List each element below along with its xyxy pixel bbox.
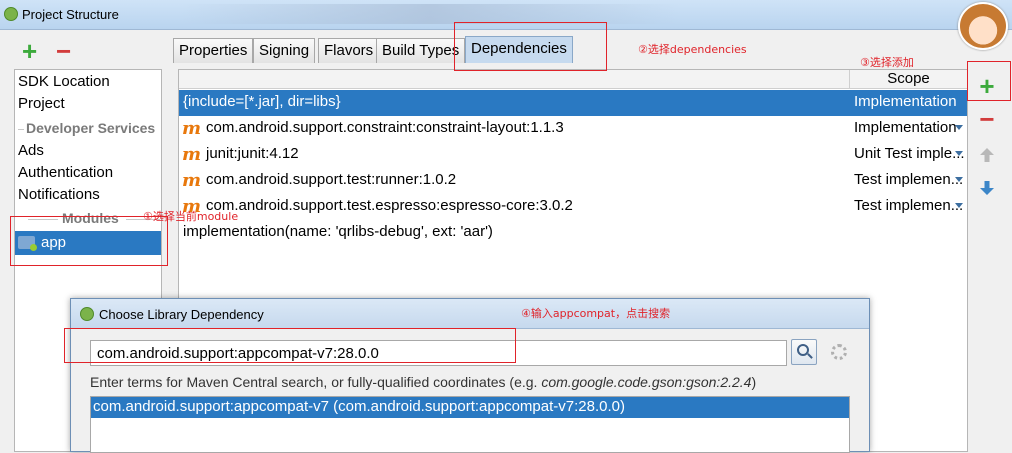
android-studio-icon [4,7,18,21]
search-button[interactable] [791,339,817,365]
list-item[interactable]: com.android.support:appcompat-v7 (com.an… [91,397,849,418]
sidebar-item-sdk-location[interactable]: SDK Location [18,73,110,90]
table-row[interactable]: m com.android.support.test:runner:1.0.2 … [179,168,967,194]
maven-icon: m [182,170,202,191]
move-down-icon[interactable] [979,180,995,196]
table-row[interactable]: m com.android.support.constraint:constra… [179,116,967,142]
tab-properties[interactable]: Properties [173,38,254,63]
table-row[interactable]: m junit:junit:4.12 Unit Test imple... [179,142,967,168]
annotation-box-dependencies [454,22,607,71]
annotation-step-3: ③选择添加 [860,56,914,69]
annotation-box-add [967,61,1011,101]
choose-library-dialog: Choose Library Dependency com.android.su… [70,298,870,453]
tab-signing[interactable]: Signing [253,38,316,63]
table-row[interactable]: m com.android.support.test.espresso:espr… [179,194,967,220]
remove-dependency-button[interactable]: − [973,106,1001,132]
sidebar-item-authentication[interactable]: Authentication [18,164,113,181]
tab-build-types[interactable]: Build Types [376,38,466,63]
table-header: Scope [179,70,967,89]
table-row[interactable]: implementation(name: 'qrlibs-debug', ext… [179,220,967,246]
blurred-path [180,4,680,24]
maven-icon: m [182,144,202,165]
annotation-step-4: ④输入appcompat，点击搜索 [521,307,671,320]
loading-spinner-icon [831,344,847,360]
sidebar-item-project[interactable]: Project [18,95,65,112]
annotation-step-2: ②选择dependencies [638,43,747,56]
window-title: Project Structure [22,7,119,22]
scope-dropdown-icon[interactable] [955,125,963,130]
scope-dropdown-icon[interactable] [955,177,963,182]
table-row[interactable]: {include=[*.jar], dir=libs} Implementati… [179,90,967,116]
search-results-list: com.android.support:appcompat-v7 (com.an… [90,396,850,453]
sidebar-item-ads[interactable]: Ads [18,142,44,159]
annotation-step-1: ①选择当前module [143,210,239,223]
annotation-box-input [64,328,516,363]
move-up-icon[interactable] [979,147,995,163]
dialog-title-bar: Choose Library Dependency [71,299,869,329]
add-module-icon[interactable]: + [22,38,37,64]
scope-column-header[interactable]: Scope [849,70,967,89]
search-hint: Enter terms for Maven Central search, or… [90,374,757,390]
avatar [958,2,1008,50]
scope-dropdown-icon[interactable] [955,151,963,156]
sidebar-item-notifications[interactable]: Notifications [18,186,100,203]
android-studio-icon [80,307,94,321]
tab-flavors[interactable]: Flavors [318,38,380,63]
scope-dropdown-icon[interactable] [955,203,963,208]
dialog-title: Choose Library Dependency [99,307,264,322]
maven-icon: m [182,118,202,139]
remove-module-icon[interactable]: − [56,38,71,64]
